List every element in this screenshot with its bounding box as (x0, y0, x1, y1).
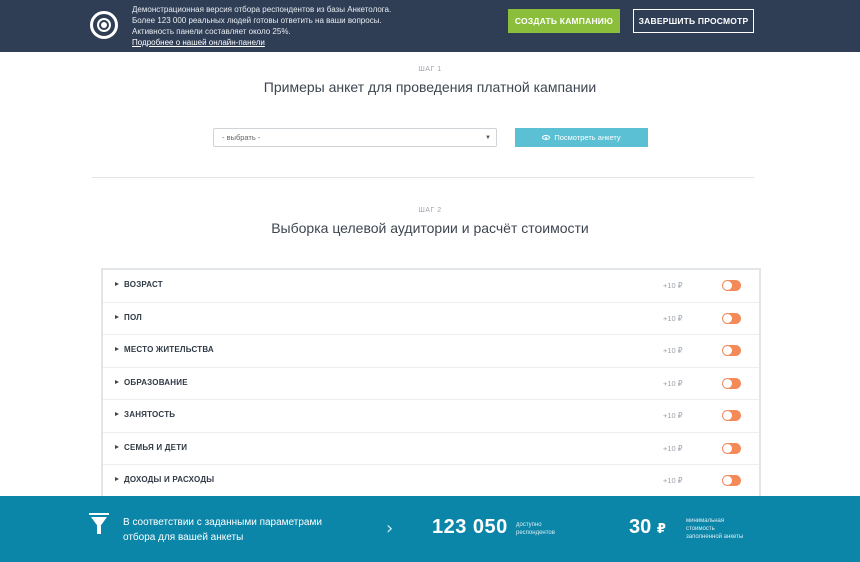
criteria-label: ОБРАЗОВАНИЕ (124, 377, 188, 387)
criteria-row-family[interactable]: СЕМЬЯ И ДЕТИ +10 ₽ (103, 433, 759, 465)
criteria-list: ВОЗРАСТ +10 ₽ ПОЛ +10 ₽ МЕСТО ЖИТЕЛЬСТВА… (101, 268, 761, 496)
cost-caption: минимальная стоимость заполненной анкеты (686, 517, 743, 541)
expand-arrow-icon (115, 347, 119, 351)
currency-symbol: ₽ (656, 521, 666, 536)
min-cost-value: 30 (629, 516, 652, 538)
criteria-label: МЕСТО ЖИТЕЛЬСТВА (124, 345, 214, 354)
criteria-toggle[interactable] (722, 442, 741, 454)
finish-preview-button[interactable]: ЗАВЕРШИТЬ ПРОСМОТР (633, 9, 754, 33)
chevron-down-icon: ▼ (485, 135, 491, 141)
expand-arrow-icon (115, 314, 119, 319)
info-line-3: Активность панели составляет около 25%. (132, 27, 291, 36)
criteria-row-education[interactable]: ОБРАЗОВАНИЕ +10 ₽ (103, 368, 759, 400)
criteria-label: ДОХОДЫ И РАСХОДЫ (124, 475, 215, 484)
criteria-price: +10 ₽ (663, 346, 683, 355)
criteria-label: ПОЛ (124, 312, 142, 322)
criteria-toggle[interactable] (722, 345, 741, 356)
criteria-label: ВОЗРАСТ (124, 280, 163, 289)
info-line-2: Более 123 000 реальных людей готовы отве… (132, 16, 382, 25)
step1-title: Примеры анкет для проведения платной кам… (263, 79, 597, 95)
cost-caption-line2: стоимость (686, 526, 715, 532)
funnel-icon-stem (97, 526, 101, 534)
view-survey-label: Посмотреть анкету (554, 133, 621, 142)
top-banner: Демонстрационная версия отбора респонден… (0, 0, 860, 52)
expand-arrow-icon (115, 444, 119, 449)
summary-text: В соответствии с заданными параметрами о… (123, 515, 363, 545)
criteria-toggle[interactable] (722, 377, 741, 389)
eye-icon (542, 135, 551, 140)
cost-caption-line3: заполненной анкеты (686, 534, 744, 540)
expand-arrow-icon (115, 282, 119, 286)
select-value: - выбрать - (222, 133, 261, 142)
criteria-toggle[interactable] (722, 410, 741, 421)
panel-info-link[interactable]: Подробнее о нашей онлайн-панели (132, 37, 391, 48)
info-line-1: Демонстрационная версия отбора респонден… (132, 5, 392, 14)
criteria-row-residence[interactable]: МЕСТО ЖИТЕЛЬСТВА +10 ₽ (103, 335, 759, 368)
step2-title: Выборка целевой аудитории и расчёт стоим… (271, 220, 589, 236)
criteria-price: +10 ₽ (663, 411, 683, 420)
summary-line-2: отбора для вашей анкеты (123, 532, 244, 543)
criteria-row-employment[interactable]: ЗАНЯТОСТЬ +10 ₽ (103, 400, 759, 433)
respondents-caption-line2: респондентов (516, 530, 555, 536)
criteria-price: +10 ₽ (663, 443, 683, 453)
criteria-label: ЗАНЯТОСТЬ (124, 410, 176, 419)
criteria-toggle[interactable] (722, 475, 741, 486)
step1-label: ШАГ 1 (418, 66, 442, 73)
respondents-count: 123 050 (432, 516, 508, 538)
view-survey-button[interactable]: Посмотреть анкету (515, 128, 648, 147)
criteria-toggle[interactable] (722, 280, 741, 291)
respondents-caption-line1: доступно (516, 522, 542, 528)
step2-label: ШАГ 2 (418, 207, 442, 214)
criteria-label: СЕМЬЯ И ДЕТИ (124, 442, 188, 452)
section-divider (92, 177, 754, 178)
respondents-caption: доступно респондентов (516, 521, 555, 537)
criteria-row-age[interactable]: ВОЗРАСТ +10 ₽ (103, 270, 759, 303)
min-cost: 30 ₽ (629, 516, 666, 539)
chevron-right-icon: › (386, 518, 394, 539)
criteria-toggle[interactable] (722, 312, 741, 324)
funnel-icon (89, 513, 109, 515)
create-campaign-button[interactable]: СОЗДАТЬ КАМПАНИЮ (508, 9, 620, 33)
criteria-price: +10 ₽ (663, 378, 683, 388)
criteria-row-gender[interactable]: ПОЛ +10 ₽ (103, 303, 759, 335)
criteria-price: +10 ₽ (663, 313, 683, 323)
summary-footer: В соответствии с заданными параметрами о… (0, 496, 860, 562)
cost-caption-line1: минимальная (686, 518, 725, 524)
target-logo-icon (90, 11, 118, 39)
expand-arrow-icon (115, 477, 119, 481)
expand-arrow-icon (115, 412, 119, 416)
criteria-row-income[interactable]: ДОХОДЫ И РАСХОДЫ +10 ₽ (103, 465, 759, 496)
criteria-price: +10 ₽ (663, 476, 683, 485)
summary-line-1: В соответствии с заданными параметрами (123, 517, 322, 528)
criteria-price: +10 ₽ (663, 281, 683, 290)
survey-example-select[interactable]: - выбрать - ▼ (213, 128, 497, 147)
demo-info: Демонстрационная версия отбора респонден… (132, 4, 391, 48)
expand-arrow-icon (115, 379, 119, 384)
